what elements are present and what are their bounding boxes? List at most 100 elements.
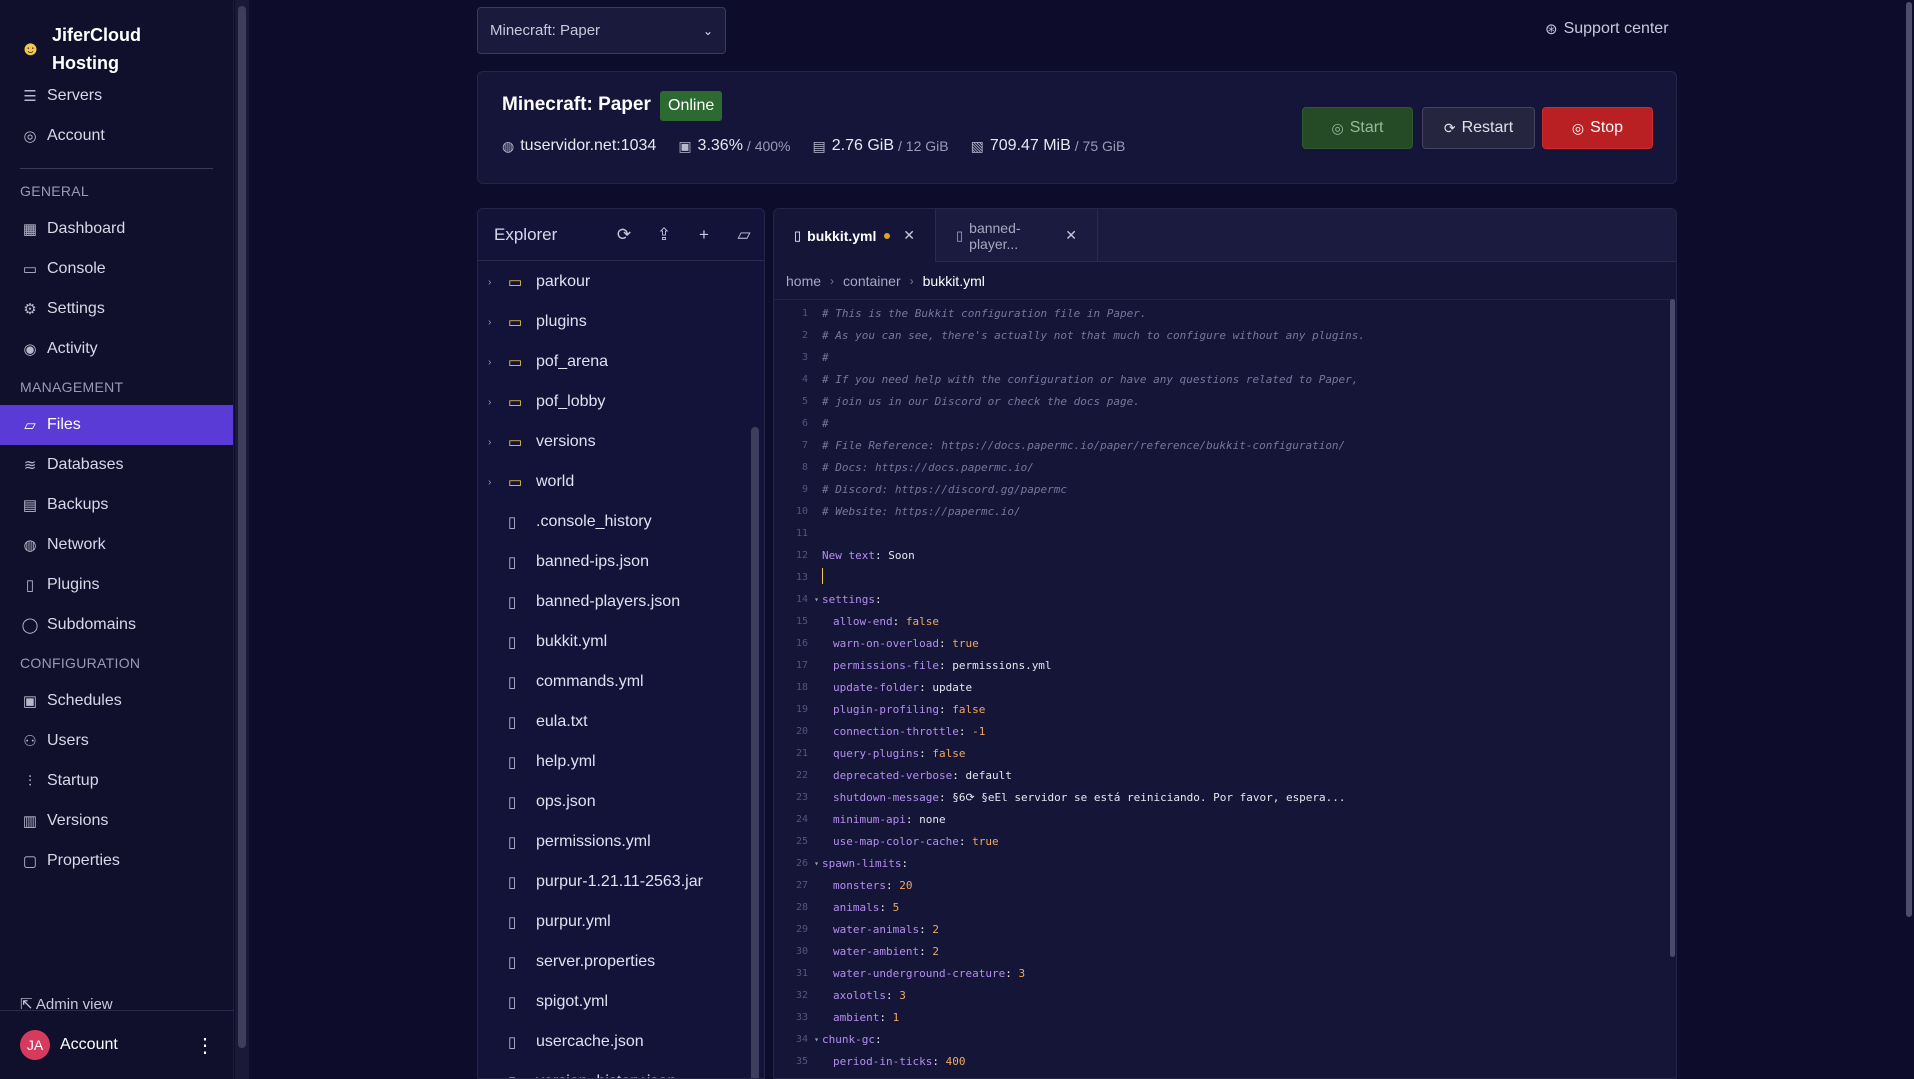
file-item[interactable]: ▯ help.yml [478,742,748,782]
sidebar-scrollbar-thumb[interactable] [238,6,246,1048]
sidebar-item-files[interactable]: ▱ Files [0,405,233,445]
code-line[interactable]: 20 connection-throttle: -1 [774,720,1664,742]
server-address[interactable]: tuservidor.net:1034 [520,137,656,155]
file-item[interactable]: ▯ banned-players.json [478,582,748,622]
editor-tab[interactable]: ▯ banned-player... ✕ [936,209,1098,262]
code-line[interactable]: 35 period-in-ticks: 400 [774,1050,1664,1072]
sidebar-item-servers[interactable]: ☰ Servers [0,76,233,116]
file-item[interactable]: ▯ commands.yml [478,662,748,702]
folder-item[interactable]: › ▭ plugins [478,302,748,342]
file-item[interactable]: ▯ purpur.yml [478,902,748,942]
folder-item[interactable]: › ▭ pof_lobby [478,382,748,422]
code-line[interactable]: 1 # This is the Bukkit configuration file… [774,302,1664,324]
support-center-link[interactable]: ⊛ Support center [1545,20,1669,38]
sidebar-item-versions[interactable]: ▥ Versions [0,801,233,841]
code-line[interactable]: 9 # Discord: https://discord.gg/papermc [774,478,1664,500]
code-line[interactable]: 31 water-underground-creature: 3 [774,962,1664,984]
sidebar-item-databases[interactable]: ≋ Databases [0,445,233,485]
code-line[interactable]: 2 # As you can see, there's actually not … [774,324,1664,346]
code-line[interactable]: 10 # Website: https://papermc.io/ [774,500,1664,522]
code-line[interactable]: 25 use-map-color-cache: true [774,830,1664,852]
code-line[interactable]: 33 ambient: 1 [774,1006,1664,1028]
sidebar-item-account[interactable]: ◎ Account [0,116,233,156]
refresh-icon[interactable]: ⟳ [604,225,644,245]
code-line[interactable]: 34 ▾ chunk-gc: [774,1028,1664,1050]
code-line[interactable]: 24 minimum-api: none [774,808,1664,830]
code-line[interactable]: 3 # [774,346,1664,368]
page-scrollbar[interactable] [1904,0,1914,1079]
file-item[interactable]: ▯ eula.txt [478,702,748,742]
restart-button[interactable]: ⟳ Restart [1422,107,1535,149]
fold-chevron-icon[interactable]: ▾ [811,595,822,604]
brand[interactable]: ☻ JiferCloud Hosting [0,0,233,76]
file-item[interactable]: ▯ ops.json [478,782,748,822]
code-line[interactable]: 5 # join us in our Discord or check the d… [774,390,1664,412]
close-icon[interactable]: ✕ [1065,227,1077,244]
start-button[interactable]: ◎ Start [1302,107,1413,149]
avatar[interactable]: JA [20,1030,50,1060]
code-line[interactable]: 19 plugin-profiling: false [774,698,1664,720]
folder-item[interactable]: › ▭ world [478,462,748,502]
breadcrumb-item[interactable]: home [786,273,821,289]
file-item[interactable]: ▯ version_history.json [478,1062,748,1078]
code-line[interactable]: 18 update-folder: update [774,676,1664,698]
explorer-scrollbar[interactable] [751,427,759,1078]
code-line[interactable]: 11 [774,522,1664,544]
sidebar-item-users[interactable]: ⚇ Users [0,721,233,761]
code-line[interactable]: 27 monsters: 20 [774,874,1664,896]
code-line[interactable]: 30 water-ambient: 2 [774,940,1664,962]
code-line[interactable]: 7 # File Reference: https://docs.papermc.… [774,434,1664,456]
file-item[interactable]: ▯ permissions.yml [478,822,748,862]
code-line[interactable]: 23 shutdown-message: §6⟳ §eEl servidor se… [774,786,1664,808]
sidebar-item-settings[interactable]: ⚙ Settings [0,289,233,329]
sidebar-item-startup[interactable]: ⫶ Startup [0,761,233,801]
editor-scrollbar[interactable] [1670,299,1675,957]
code-line[interactable]: 6 # [774,412,1664,434]
code-line[interactable]: 16 warn-on-overload: true [774,632,1664,654]
fold-chevron-icon[interactable]: ▾ [811,1035,822,1044]
code-line[interactable]: 14 ▾ settings: [774,588,1664,610]
sidebar-item-schedules[interactable]: ▣ Schedules [0,681,233,721]
code-line[interactable]: 32 axolotls: 3 [774,984,1664,1006]
server-select[interactable]: Minecraft: Paper ⌄ [477,7,726,54]
code-line[interactable]: 26 ▾ spawn-limits: [774,852,1664,874]
code-line[interactable]: 21 query-plugins: false [774,742,1664,764]
file-item[interactable]: ▯ server.properties [478,942,748,982]
code-line[interactable]: 13 [774,566,1664,588]
sidebar-item-dashboard[interactable]: ▦ Dashboard [0,209,233,249]
upload-icon[interactable]: ⇪ [644,225,684,245]
sidebar-item-backups[interactable]: ▤ Backups [0,485,233,525]
code-line[interactable]: 4 # If you need help with the configurati… [774,368,1664,390]
folder-item[interactable]: › ▭ pof_arena [478,342,748,382]
code-line[interactable]: 28 animals: 5 [774,896,1664,918]
close-icon[interactable]: ✕ [903,227,915,244]
code-line[interactable]: 22 deprecated-verbose: default [774,764,1664,786]
new-folder-icon[interactable]: ▱ [724,225,764,245]
file-item[interactable]: ▯ usercache.json [478,1022,748,1062]
account-bar[interactable]: JA Account ⋮ [0,1010,234,1079]
sidebar-item-network[interactable]: ◍ Network [0,525,233,565]
code-line[interactable]: 29 water-animals: 2 [774,918,1664,940]
sidebar-item-subdomains[interactable]: ◯ Subdomains [0,605,233,645]
sidebar-item-plugins[interactable]: ▯ Plugins [0,565,233,605]
sidebar-item-console[interactable]: ▭ Console [0,249,233,289]
sidebar-scrollbar[interactable] [235,0,249,1079]
code-line[interactable]: 17 permissions-file: permissions.yml [774,654,1664,676]
code-line[interactable]: 8 # Docs: https://docs.papermc.io/ [774,456,1664,478]
file-item[interactable]: ▯ purpur-1.21.11-2563.jar [478,862,748,902]
folder-item[interactable]: › ▭ parkour [478,262,748,302]
new-file-icon[interactable]: + [684,225,724,245]
sidebar-item-properties[interactable]: ▢ Properties [0,841,233,881]
breadcrumb-item[interactable]: bukkit.yml [923,273,985,289]
address-stat[interactable]: ◍ tuservidor.net:1034 [502,137,656,155]
file-item[interactable]: ▯ bukkit.yml [478,622,748,662]
page-scrollbar-thumb[interactable] [1906,2,1912,917]
file-item[interactable]: ▯ spigot.yml [478,982,748,1022]
file-item[interactable]: ▯ .console_history [478,502,748,542]
stop-button[interactable]: ◎ Stop [1542,107,1653,149]
code-area[interactable]: 1 # This is the Bukkit configuration file… [774,302,1664,1072]
code-line[interactable]: 12 New text: Soon [774,544,1664,566]
more-options-icon[interactable]: ⋮ [190,1033,220,1058]
folder-item[interactable]: › ▭ versions [478,422,748,462]
code-line[interactable]: 15 allow-end: false [774,610,1664,632]
